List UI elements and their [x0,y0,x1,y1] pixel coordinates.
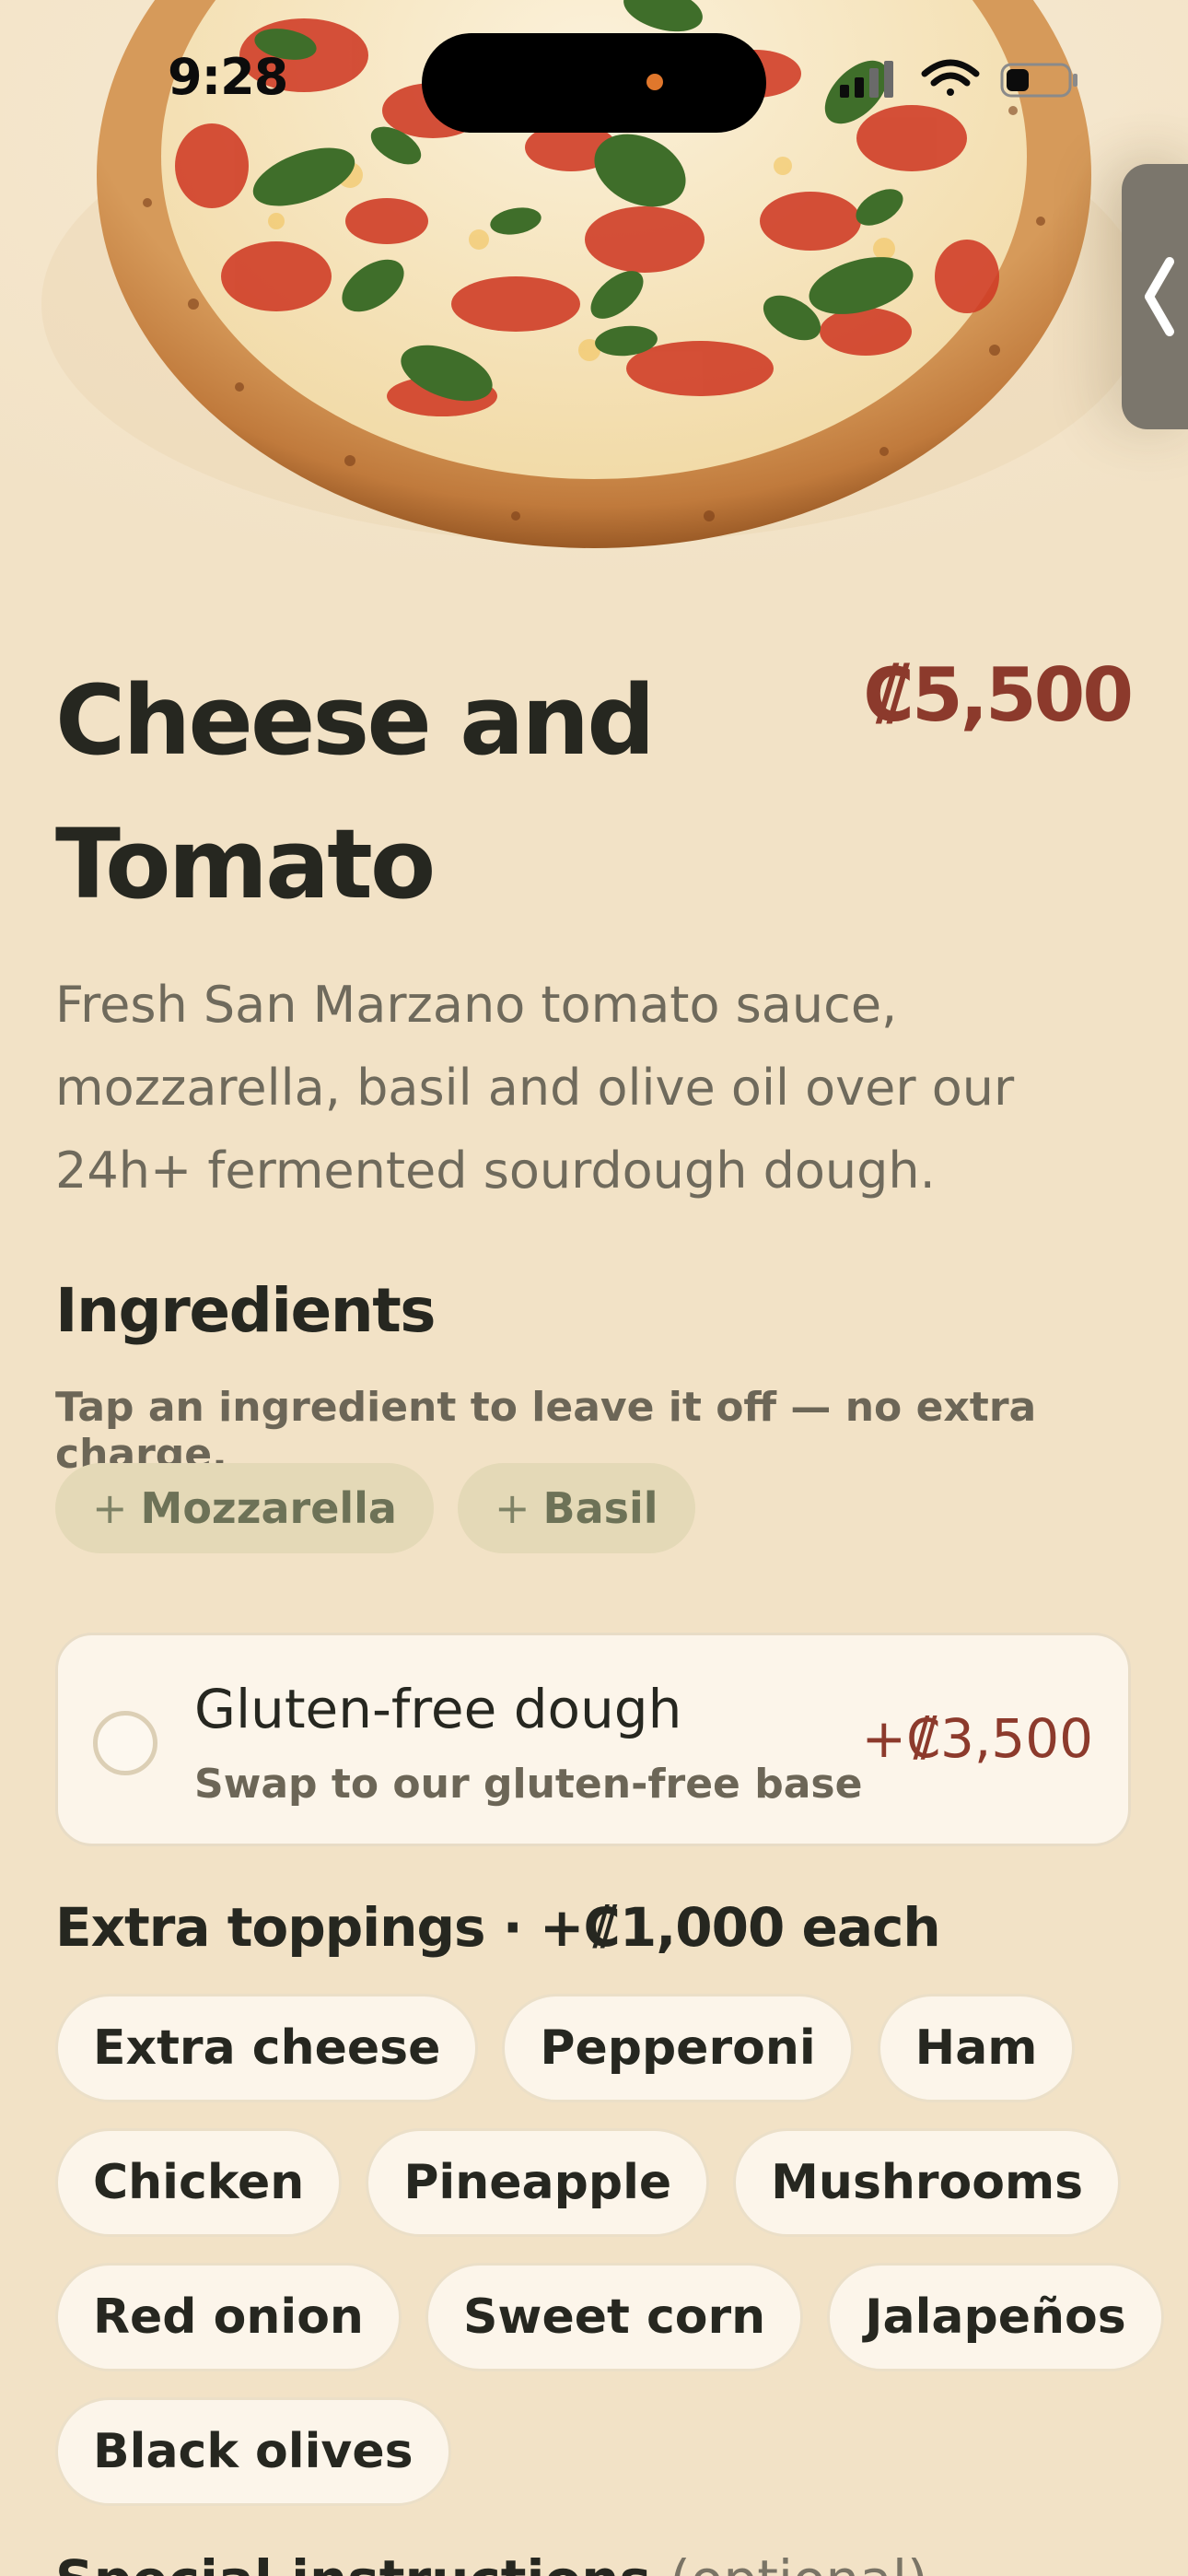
product-price: ₡5,500 [863,652,1134,738]
topping-chip[interactable]: Pineapple [366,2128,710,2237]
plus-icon: + [494,1483,530,1533]
battery-icon [1000,63,1077,98]
topping-chip[interactable]: Sweet corn [425,2263,804,2371]
product-title: Cheese and Tomato [55,664,656,920]
topping-chip[interactable]: Ham [877,1994,1076,2102]
topping-chip[interactable]: Jalapeños [827,2263,1164,2371]
cellular-signal-icon [840,61,893,98]
ingredients-heading: Ingredients [55,1275,437,1346]
special-instructions-label: Special instructions (optional) [55,2548,928,2576]
topping-chip[interactable]: Pepperoni [502,1994,854,2102]
topping-chip[interactable]: Chicken [55,2128,343,2237]
option-title: Gluten-free dough [194,1678,682,1740]
plus-icon: + [92,1483,128,1533]
product-description: Fresh San Marzano tomato sauce, mozzarel… [55,976,1015,1200]
option-subtitle: Swap to our gluten-free base [194,1761,863,1808]
status-icons [834,55,1083,103]
wifi-icon [921,59,980,96]
topping-chip[interactable]: Red onion [55,2263,402,2371]
side-panel-handle[interactable] [1122,164,1188,429]
dynamic-island [422,33,766,133]
option-price: +₡3,500 [861,1707,1093,1770]
topping-chip[interactable]: Extra cheese [55,1994,479,2102]
ingredient-label: Mozzarella [140,1483,397,1533]
extra-toppings-heading: Extra toppings · +₡1,000 each [55,1896,941,1959]
gluten-free-option[interactable]: Gluten-free dough Swap to our gluten-fre… [55,1633,1131,1846]
special-instructions-title: Special instructions [55,2548,651,2576]
ingredient-chip-basil[interactable]: + Basil [457,1463,695,1553]
topping-chip[interactable]: Mushrooms [733,2128,1122,2237]
status-time: 9:28 [168,48,288,106]
ingredient-label: Basil [542,1483,658,1533]
ingredient-chip-list: + Mozzarella + Basil [55,1463,695,1553]
gluten-free-radio[interactable] [93,1711,157,1775]
ingredient-chip-mozzarella[interactable]: + Mozzarella [55,1463,434,1553]
optional-tag: (optional) [670,2548,927,2576]
camera-indicator-dot [646,74,663,90]
topping-chip[interactable]: Black olives [55,2397,451,2506]
topping-chip-list: Extra cheese Pepperoni Ham Chicken Pinea… [55,1994,1164,2532]
